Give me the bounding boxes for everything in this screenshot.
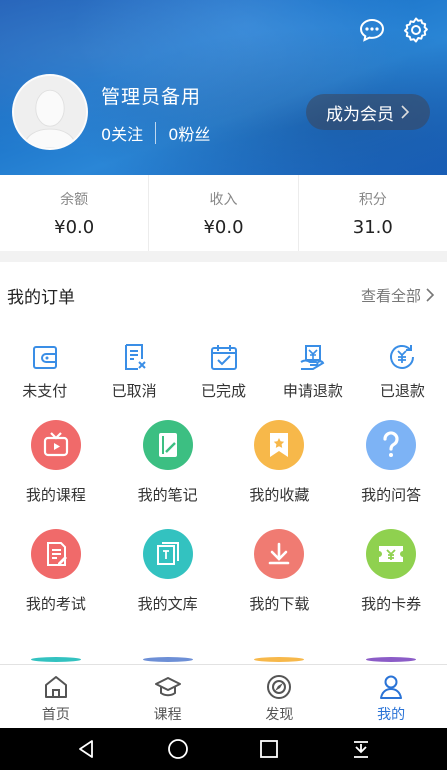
feature-label: 我的卡券 — [361, 595, 422, 613]
refund-request-icon — [300, 345, 325, 370]
home-circle-icon[interactable] — [167, 738, 189, 760]
stat-label: 余额 — [60, 192, 89, 208]
system-nav-bar — [0, 728, 447, 770]
become-vip-button[interactable]: 成为会员 — [306, 94, 430, 130]
feature-my-library[interactable]: 我的文库 — [112, 523, 224, 632]
vip-label: 成为会员 — [326, 104, 394, 125]
order-label: 已退款 — [379, 382, 425, 400]
account-stats: 余额 ¥0.0 收入 ¥0.0 积分 31.0 — [0, 175, 447, 251]
feature-partial-icon — [142, 657, 193, 662]
feature-my-favorites[interactable]: 我的收藏 — [224, 414, 336, 523]
recent-apps-icon[interactable] — [258, 738, 280, 760]
exam-icon — [30, 529, 81, 579]
username: 管理员备用 — [101, 86, 202, 108]
main-content: 我的订单 查看全部 未支付 已取消 已完成 申请退款 已退款 我的课程 我的笔记… — [0, 262, 447, 664]
feature-my-courses[interactable]: 我的课程 — [0, 414, 112, 523]
feature-label: 我的课程 — [25, 486, 86, 504]
tab-label: 我的 — [377, 707, 406, 723]
feature-row: 我的课程 我的笔记 我的收藏 我的问答 — [0, 414, 447, 523]
bookmark-star-icon — [254, 420, 305, 470]
feature-partial-3[interactable] — [224, 632, 336, 662]
order-unpaid[interactable]: 未支付 — [0, 328, 89, 414]
message-icon[interactable] — [358, 16, 386, 44]
feature-my-qa[interactable]: 我的问答 — [335, 414, 447, 523]
note-icon — [142, 420, 193, 470]
avatar[interactable] — [12, 74, 88, 150]
stat-points[interactable]: 积分 31.0 — [299, 175, 447, 251]
feature-label: 我的考试 — [25, 595, 86, 613]
feature-my-coupons[interactable]: 我的卡券 — [335, 523, 447, 632]
stat-value: ¥0.0 — [54, 217, 95, 238]
follow-count[interactable]: 0关注 — [101, 121, 143, 145]
home-icon — [44, 676, 67, 698]
chevron-right-icon — [401, 105, 410, 119]
user-icon — [380, 675, 403, 699]
order-label: 已取消 — [111, 382, 157, 400]
view-all-orders-link[interactable]: 查看全部 — [361, 285, 435, 306]
profile-header: 管理员备用 0关注 0粉丝 成为会员 — [0, 0, 447, 175]
stat-label: 收入 — [209, 192, 238, 208]
feature-my-downloads[interactable]: 我的下载 — [224, 523, 336, 632]
notification-pull-icon[interactable] — [350, 738, 372, 760]
feature-partial-icon — [366, 657, 417, 662]
tab-mine[interactable]: 我的 — [335, 665, 447, 728]
feature-my-notes[interactable]: 我的笔记 — [112, 414, 224, 523]
tab-label: 首页 — [41, 707, 70, 723]
order-label: 已完成 — [201, 382, 247, 400]
download-icon — [254, 529, 305, 579]
order-refunded[interactable]: 已退款 — [358, 328, 447, 414]
order-refund-request[interactable]: 申请退款 — [268, 328, 357, 414]
feature-label: 我的下载 — [249, 595, 310, 613]
feature-label: 我的文库 — [137, 595, 198, 613]
order-label: 申请退款 — [282, 382, 343, 400]
cancel-doc-icon — [125, 344, 146, 370]
stat-income[interactable]: 收入 ¥0.0 — [149, 175, 299, 251]
stat-balance[interactable]: 余额 ¥0.0 — [0, 175, 150, 251]
question-icon — [366, 420, 417, 470]
library-icon — [142, 529, 193, 579]
orders-title: 我的订单 — [7, 287, 75, 308]
feature-partial-2[interactable] — [112, 632, 224, 662]
order-status-row: 未支付 已取消 已完成 申请退款 已退款 — [0, 328, 447, 414]
divider — [155, 122, 157, 144]
graduation-cap-icon — [154, 677, 181, 697]
gear-icon[interactable] — [402, 16, 430, 44]
tab-courses[interactable]: 课程 — [112, 665, 224, 728]
order-completed[interactable]: 已完成 — [179, 328, 268, 414]
feature-partial-4[interactable] — [335, 632, 447, 662]
stat-value: 31.0 — [352, 217, 393, 238]
follow-stats: 0关注 0粉丝 — [101, 121, 210, 145]
coupon-icon — [366, 529, 417, 579]
orders-header: 我的订单 查看全部 — [0, 262, 447, 328]
wallet-icon — [32, 346, 57, 369]
refunded-icon — [390, 344, 415, 369]
compass-icon — [267, 675, 292, 699]
feature-my-exams[interactable]: 我的考试 — [0, 523, 112, 632]
stat-value: ¥0.0 — [203, 217, 244, 238]
check-box-icon — [210, 345, 237, 370]
tv-play-icon — [30, 420, 81, 470]
tab-label: 发现 — [265, 707, 294, 723]
feature-partial-1[interactable] — [0, 632, 112, 662]
tab-home[interactable]: 首页 — [0, 665, 112, 728]
bottom-tab-bar: 首页 课程 发现 我的 — [0, 664, 447, 728]
back-icon[interactable] — [75, 738, 97, 760]
order-cancelled[interactable]: 已取消 — [89, 328, 178, 414]
order-label: 未支付 — [22, 382, 68, 400]
feature-label: 我的问答 — [361, 486, 422, 504]
view-all-label: 查看全部 — [360, 286, 421, 305]
tab-label: 课程 — [153, 707, 182, 723]
feature-label: 我的收藏 — [249, 486, 310, 504]
stat-label: 积分 — [358, 192, 387, 208]
tab-discover[interactable]: 发现 — [224, 665, 336, 728]
feature-row-partial — [0, 632, 447, 662]
feature-row: 我的考试 我的文库 我的下载 我的卡券 — [0, 523, 447, 632]
fans-count[interactable]: 0粉丝 — [168, 121, 210, 145]
feature-label: 我的笔记 — [137, 486, 198, 504]
feature-partial-icon — [254, 657, 305, 662]
chevron-right-icon — [426, 288, 435, 302]
feature-partial-icon — [30, 657, 81, 662]
